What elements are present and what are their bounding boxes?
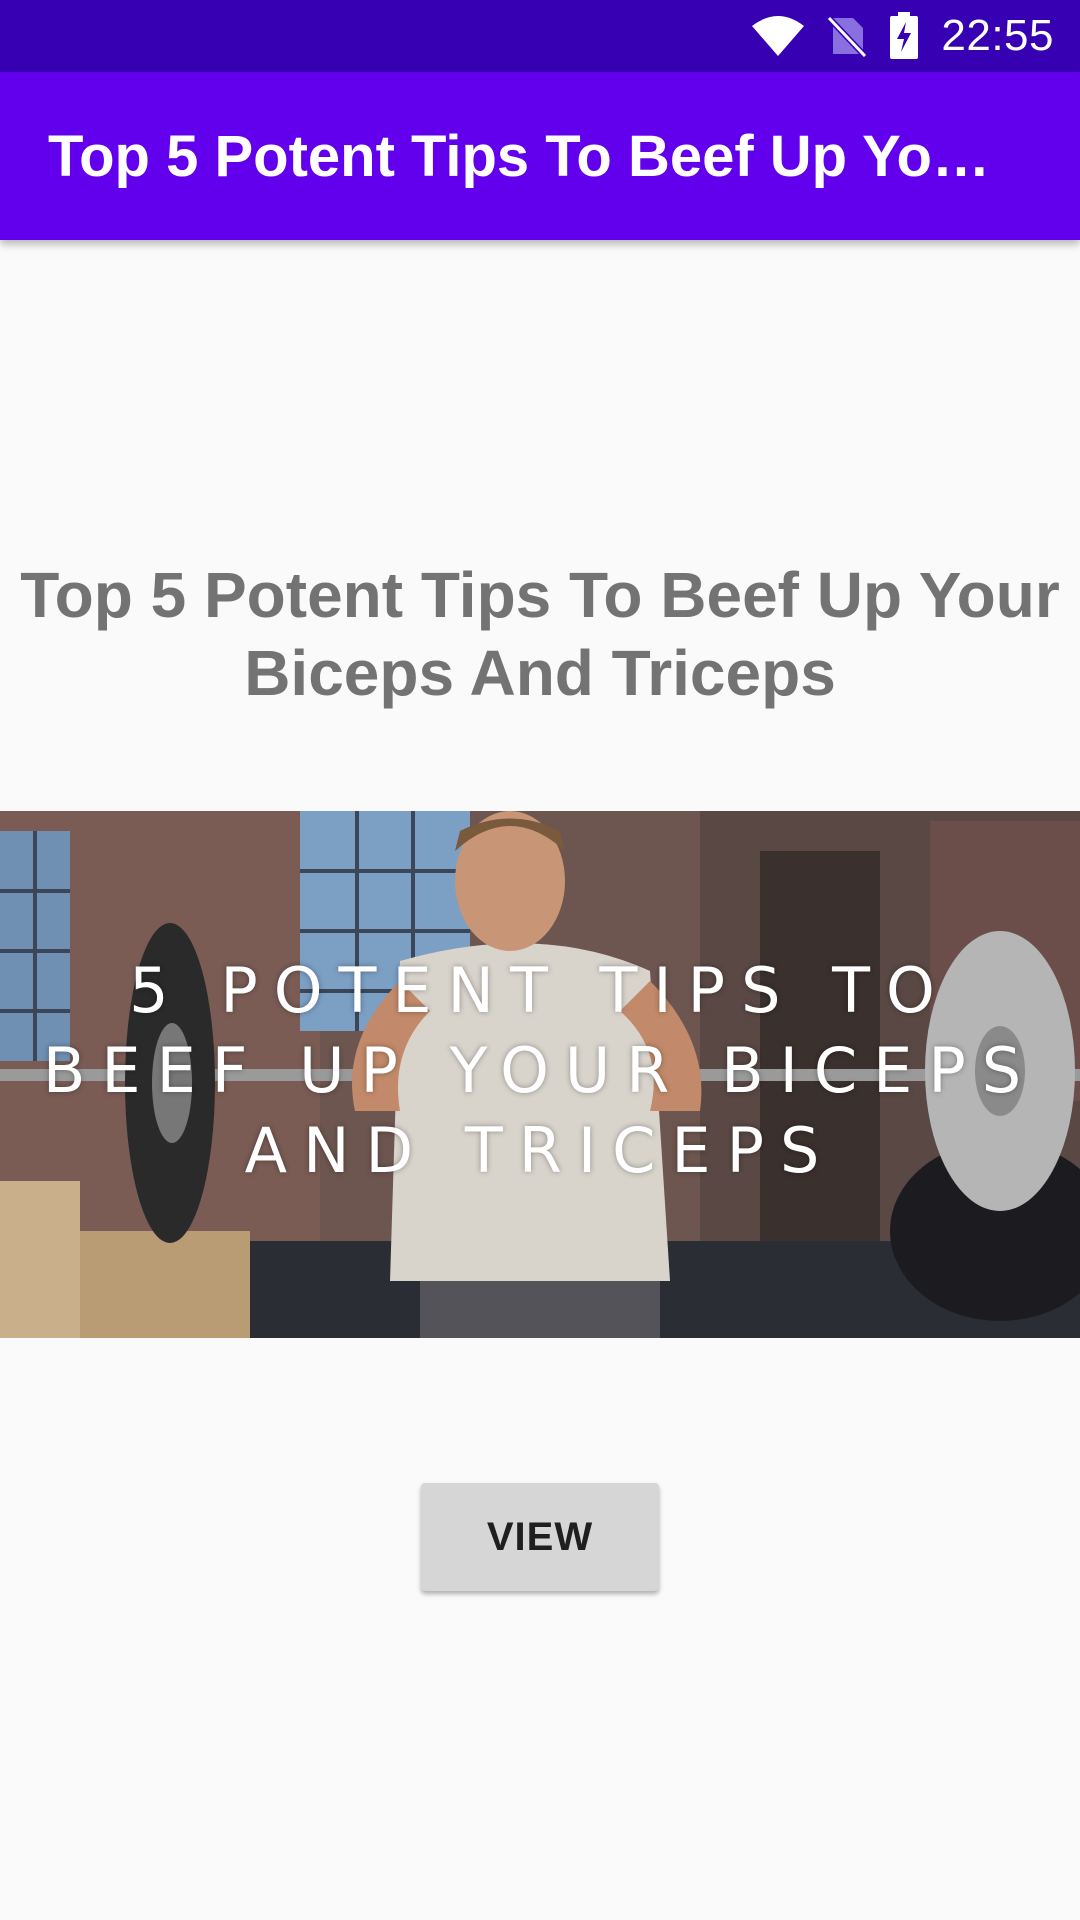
article-title: Top 5 Potent Tips To Beef Up Your Biceps… <box>20 559 1060 709</box>
hero-overlay-text: 5 POTENT TIPS TO BEEF UP YOUR BICEPS AND… <box>42 954 1038 1187</box>
app-bar: Top 5 Potent Tips To Beef Up Your… <box>0 72 1080 240</box>
status-time: 22:55 <box>941 11 1054 60</box>
no-sim-icon <box>827 14 868 58</box>
wifi-icon <box>751 14 805 58</box>
hero-image: 5 POTENT TIPS TO BEEF UP YOUR BICEPS AND… <box>0 811 1080 1338</box>
status-bar: 22:55 <box>0 0 1080 72</box>
battery-charging-icon <box>889 12 919 60</box>
app-bar-title: Top 5 Potent Tips To Beef Up Your… <box>48 123 1010 189</box>
view-button[interactable]: VIEW <box>421 1483 659 1591</box>
